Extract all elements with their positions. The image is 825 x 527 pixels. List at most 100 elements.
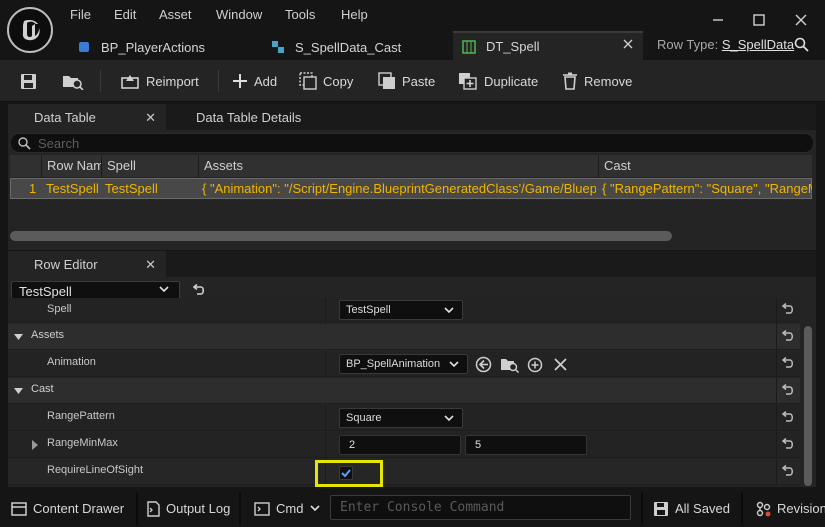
reset-to-default-icon[interactable] — [780, 384, 795, 398]
all-saved-button[interactable]: All Saved — [653, 492, 730, 525]
chevron-down-icon — [14, 334, 23, 341]
range-min-field[interactable]: 2 — [339, 435, 461, 455]
column-header-assets[interactable]: Assets — [198, 155, 598, 177]
property-name: RequireLineOfSight — [47, 464, 144, 476]
cell-row-name[interactable]: TestSpell — [46, 180, 101, 198]
remove-label: Remove — [584, 73, 633, 89]
revision-control-button[interactable]: Revision — [755, 492, 825, 525]
category-cast[interactable]: Cast — [8, 378, 800, 404]
close-tab-icon[interactable] — [623, 39, 633, 49]
terminal-icon — [254, 501, 270, 516]
menu-edit[interactable]: Edit — [114, 7, 136, 23]
reset-to-default-icon[interactable] — [780, 411, 795, 425]
reset-to-default-icon[interactable] — [780, 438, 795, 452]
add-row-button[interactable]: Add — [232, 60, 277, 102]
status-divider — [239, 492, 241, 525]
horizontal-scrollbar[interactable] — [10, 231, 672, 241]
reset-to-default-icon[interactable] — [780, 465, 795, 479]
close-icon[interactable] — [791, 10, 811, 30]
column-divider — [776, 405, 777, 431]
save-button[interactable] — [20, 60, 37, 102]
column-divider — [776, 459, 777, 485]
cell-assets[interactable]: { "Animation": "/Script/Engine.Blueprint… — [202, 180, 596, 198]
tab-bp-playeractions[interactable]: BP_PlayerActions — [76, 34, 205, 60]
cell-cast[interactable]: { "RangePattern": "Square", "RangeMinMa — [602, 180, 812, 198]
close-panel-icon[interactable]: ✕ — [145, 110, 156, 126]
vertical-scrollbar[interactable] — [804, 326, 812, 486]
browse-asset-icon[interactable] — [500, 356, 520, 373]
column-divider — [325, 298, 326, 324]
range-max-field[interactable]: 5 — [465, 435, 587, 455]
paste-icon — [378, 72, 396, 90]
row-selector-value: TestSpell — [19, 284, 72, 299]
clear-icon[interactable] — [554, 358, 567, 371]
column-divider — [776, 324, 777, 350]
status-divider — [741, 492, 743, 525]
category-label: Cast — [31, 383, 54, 395]
animation-asset-combo[interactable]: BP_SpellAnimation — [339, 354, 468, 374]
row-index: 1 — [29, 181, 37, 196]
column-divider — [776, 432, 777, 458]
require-los-checkbox[interactable] — [339, 466, 353, 480]
menu-file[interactable]: File — [70, 7, 91, 23]
reset-to-default-icon[interactable] — [780, 330, 795, 344]
maximize-icon[interactable] — [749, 10, 769, 30]
category-assets[interactable]: Assets — [8, 324, 800, 350]
chevron-right-icon[interactable] — [32, 440, 39, 450]
tab-dt-spell[interactable]: DT_Spell — [453, 31, 643, 60]
duplicate-button[interactable]: Duplicate — [458, 60, 538, 102]
spell-combo[interactable]: TestSpell — [339, 300, 463, 320]
tab-label: Data Table Details — [196, 109, 302, 125]
field-value: 2 — [349, 439, 356, 451]
tab-label: Row Editor — [34, 256, 98, 272]
column-header-row-name[interactable]: Row Nam — [41, 155, 101, 177]
menu-window[interactable]: Window — [216, 7, 262, 23]
duplicate-icon — [458, 72, 478, 90]
chevron-down-icon — [444, 415, 454, 422]
reimport-label: Reimport — [146, 73, 199, 89]
unreal-logo-icon[interactable] — [7, 7, 53, 53]
search-placeholder: Search — [38, 136, 80, 151]
tab-data-table[interactable]: Data Table ✕ — [8, 104, 166, 130]
combo-value: TestSpell — [346, 304, 391, 316]
copy-button[interactable]: Copy — [299, 60, 353, 102]
add-icon[interactable] — [527, 357, 543, 373]
reimport-button[interactable]: Reimport — [120, 60, 199, 102]
reset-to-default-icon[interactable] — [780, 357, 795, 371]
tab-data-table-details[interactable]: Data Table Details — [196, 104, 301, 130]
column-divider — [776, 378, 777, 404]
reset-to-default-icon[interactable] — [780, 303, 795, 317]
browse-button[interactable] — [62, 60, 84, 102]
menu-help[interactable]: Help — [341, 7, 368, 23]
tab-row-editor[interactable]: Row Editor ✕ — [8, 251, 166, 277]
cmd-dropdown[interactable]: Cmd — [254, 492, 321, 525]
column-header-spell[interactable]: Spell — [101, 155, 198, 177]
chevron-down-icon — [310, 505, 321, 512]
search-input[interactable]: Search — [10, 133, 814, 153]
minimize-icon[interactable] — [708, 10, 728, 30]
tab-s-spelldata-cast[interactable]: S_SpellData_Cast — [270, 34, 401, 60]
use-selected-icon[interactable] — [475, 356, 492, 373]
property-row-require-los: RequireLineOfSight — [8, 459, 800, 487]
column-divider — [325, 351, 326, 377]
content-drawer-icon — [11, 501, 27, 516]
undo-icon[interactable] — [191, 284, 205, 297]
close-panel-icon[interactable]: ✕ — [145, 257, 156, 273]
menu-tools[interactable]: Tools — [285, 7, 315, 23]
output-log-label: Output Log — [166, 501, 231, 516]
output-log-button[interactable]: Output Log — [146, 492, 230, 525]
column-header-cast[interactable]: Cast — [598, 155, 812, 177]
cell-spell[interactable]: TestSpell — [105, 180, 198, 198]
console-command-input[interactable]: Enter Console Command — [330, 495, 631, 520]
property-name: RangeMinMax — [47, 437, 118, 449]
paste-button[interactable]: Paste — [378, 60, 435, 102]
remove-button[interactable]: Remove — [562, 60, 632, 102]
content-drawer-button[interactable]: Content Drawer — [11, 492, 124, 525]
row-type-link[interactable]: S_SpellData — [722, 37, 794, 52]
search-icon[interactable] — [794, 37, 809, 52]
save-icon — [20, 73, 37, 90]
tab-label: Data Table — [34, 109, 96, 125]
range-pattern-combo[interactable]: Square — [339, 408, 463, 428]
property-name: Animation — [47, 356, 96, 368]
menu-asset[interactable]: Asset — [159, 7, 192, 23]
